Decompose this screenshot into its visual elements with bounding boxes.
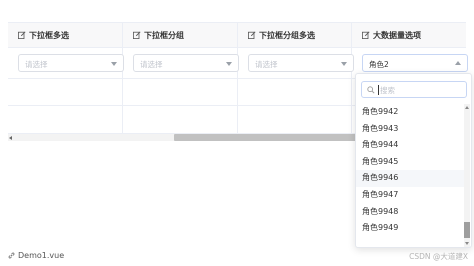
edit-icon [18, 31, 26, 39]
watermark: CSDN @大道建X [409, 252, 468, 261]
table-cell [123, 106, 238, 133]
edit-icon [362, 31, 370, 39]
column-header-label: 下拉框分组 [144, 30, 184, 40]
dropdown-option[interactable]: 角色9947 [356, 187, 464, 204]
scroll-left-arrow-icon[interactable] [9, 135, 12, 140]
file-link-label: Demo1.vue [18, 251, 65, 260]
chevron-up-icon [455, 61, 461, 65]
column-header-label: 下拉框分组多选 [259, 30, 315, 40]
dropdown-search-input[interactable]: 搜索 [361, 81, 467, 98]
column-header-group-multi-select[interactable]: 下拉框分组多选 [238, 23, 352, 47]
column-header-group-select[interactable]: 下拉框分组 [123, 23, 238, 47]
multi-select-dropdown[interactable]: 请选择 [18, 54, 124, 72]
table-cell [238, 106, 352, 133]
table-cell [8, 106, 123, 133]
edit-icon [248, 31, 256, 39]
search-icon [367, 86, 375, 94]
table-cell: 请选择 [8, 48, 124, 78]
edit-icon [133, 31, 141, 39]
column-header-multi-select[interactable]: 下拉框多选 [8, 23, 123, 47]
scroll-down-arrow-icon[interactable] [464, 242, 469, 245]
group-select-dropdown[interactable]: 请选择 [133, 54, 239, 72]
chevron-down-icon [226, 62, 232, 66]
large-data-select-dropdown[interactable]: 角色2 [362, 54, 468, 72]
dropdown-scrollbar[interactable] [464, 104, 470, 247]
select-placeholder: 请选择 [140, 60, 163, 69]
text-cursor [378, 85, 379, 95]
dropdown-option[interactable]: 角色9942 [356, 104, 464, 121]
select-dropdown-panel: 搜索 角色9942 角色9943 角色9944 角色9945 角色9946 角色… [355, 73, 472, 248]
select-placeholder: 请选择 [25, 60, 48, 69]
table-cell [8, 79, 123, 105]
select-value: 角色2 [369, 60, 389, 69]
table-cell: 请选择 [238, 48, 354, 78]
table-cell [238, 79, 352, 105]
dropdown-option[interactable]: 角色9946 [356, 170, 464, 187]
search-placeholder: 搜索 [380, 86, 395, 95]
chevron-down-icon [341, 62, 347, 66]
table-header-row: 下拉框多选 下拉框分组 下拉框分组多选 大数据量选项 [8, 23, 466, 48]
dropdown-option[interactable]: 角色9943 [356, 121, 464, 138]
dropdown-option[interactable]: 角色9948 [356, 204, 464, 221]
dropdown-option[interactable]: 角色9949 [356, 220, 464, 237]
scrollbar-thumb[interactable] [464, 222, 470, 238]
table-cell: 请选择 [123, 48, 239, 78]
link-icon [8, 252, 15, 259]
column-header-label: 下拉框多选 [29, 30, 69, 40]
file-link[interactable]: Demo1.vue [8, 251, 64, 260]
column-header-label: 大数据量选项 [373, 30, 421, 40]
chevron-down-icon [111, 62, 117, 66]
scroll-up-arrow-icon[interactable] [464, 106, 469, 109]
table-cell [123, 79, 238, 105]
dropdown-option[interactable]: 角色9944 [356, 137, 464, 154]
dropdown-option[interactable]: 角色9945 [356, 154, 464, 171]
column-header-large-data-select[interactable]: 大数据量选项 [352, 23, 466, 47]
group-multi-select-dropdown[interactable]: 请选择 [248, 54, 354, 72]
select-placeholder: 请选择 [255, 60, 278, 69]
